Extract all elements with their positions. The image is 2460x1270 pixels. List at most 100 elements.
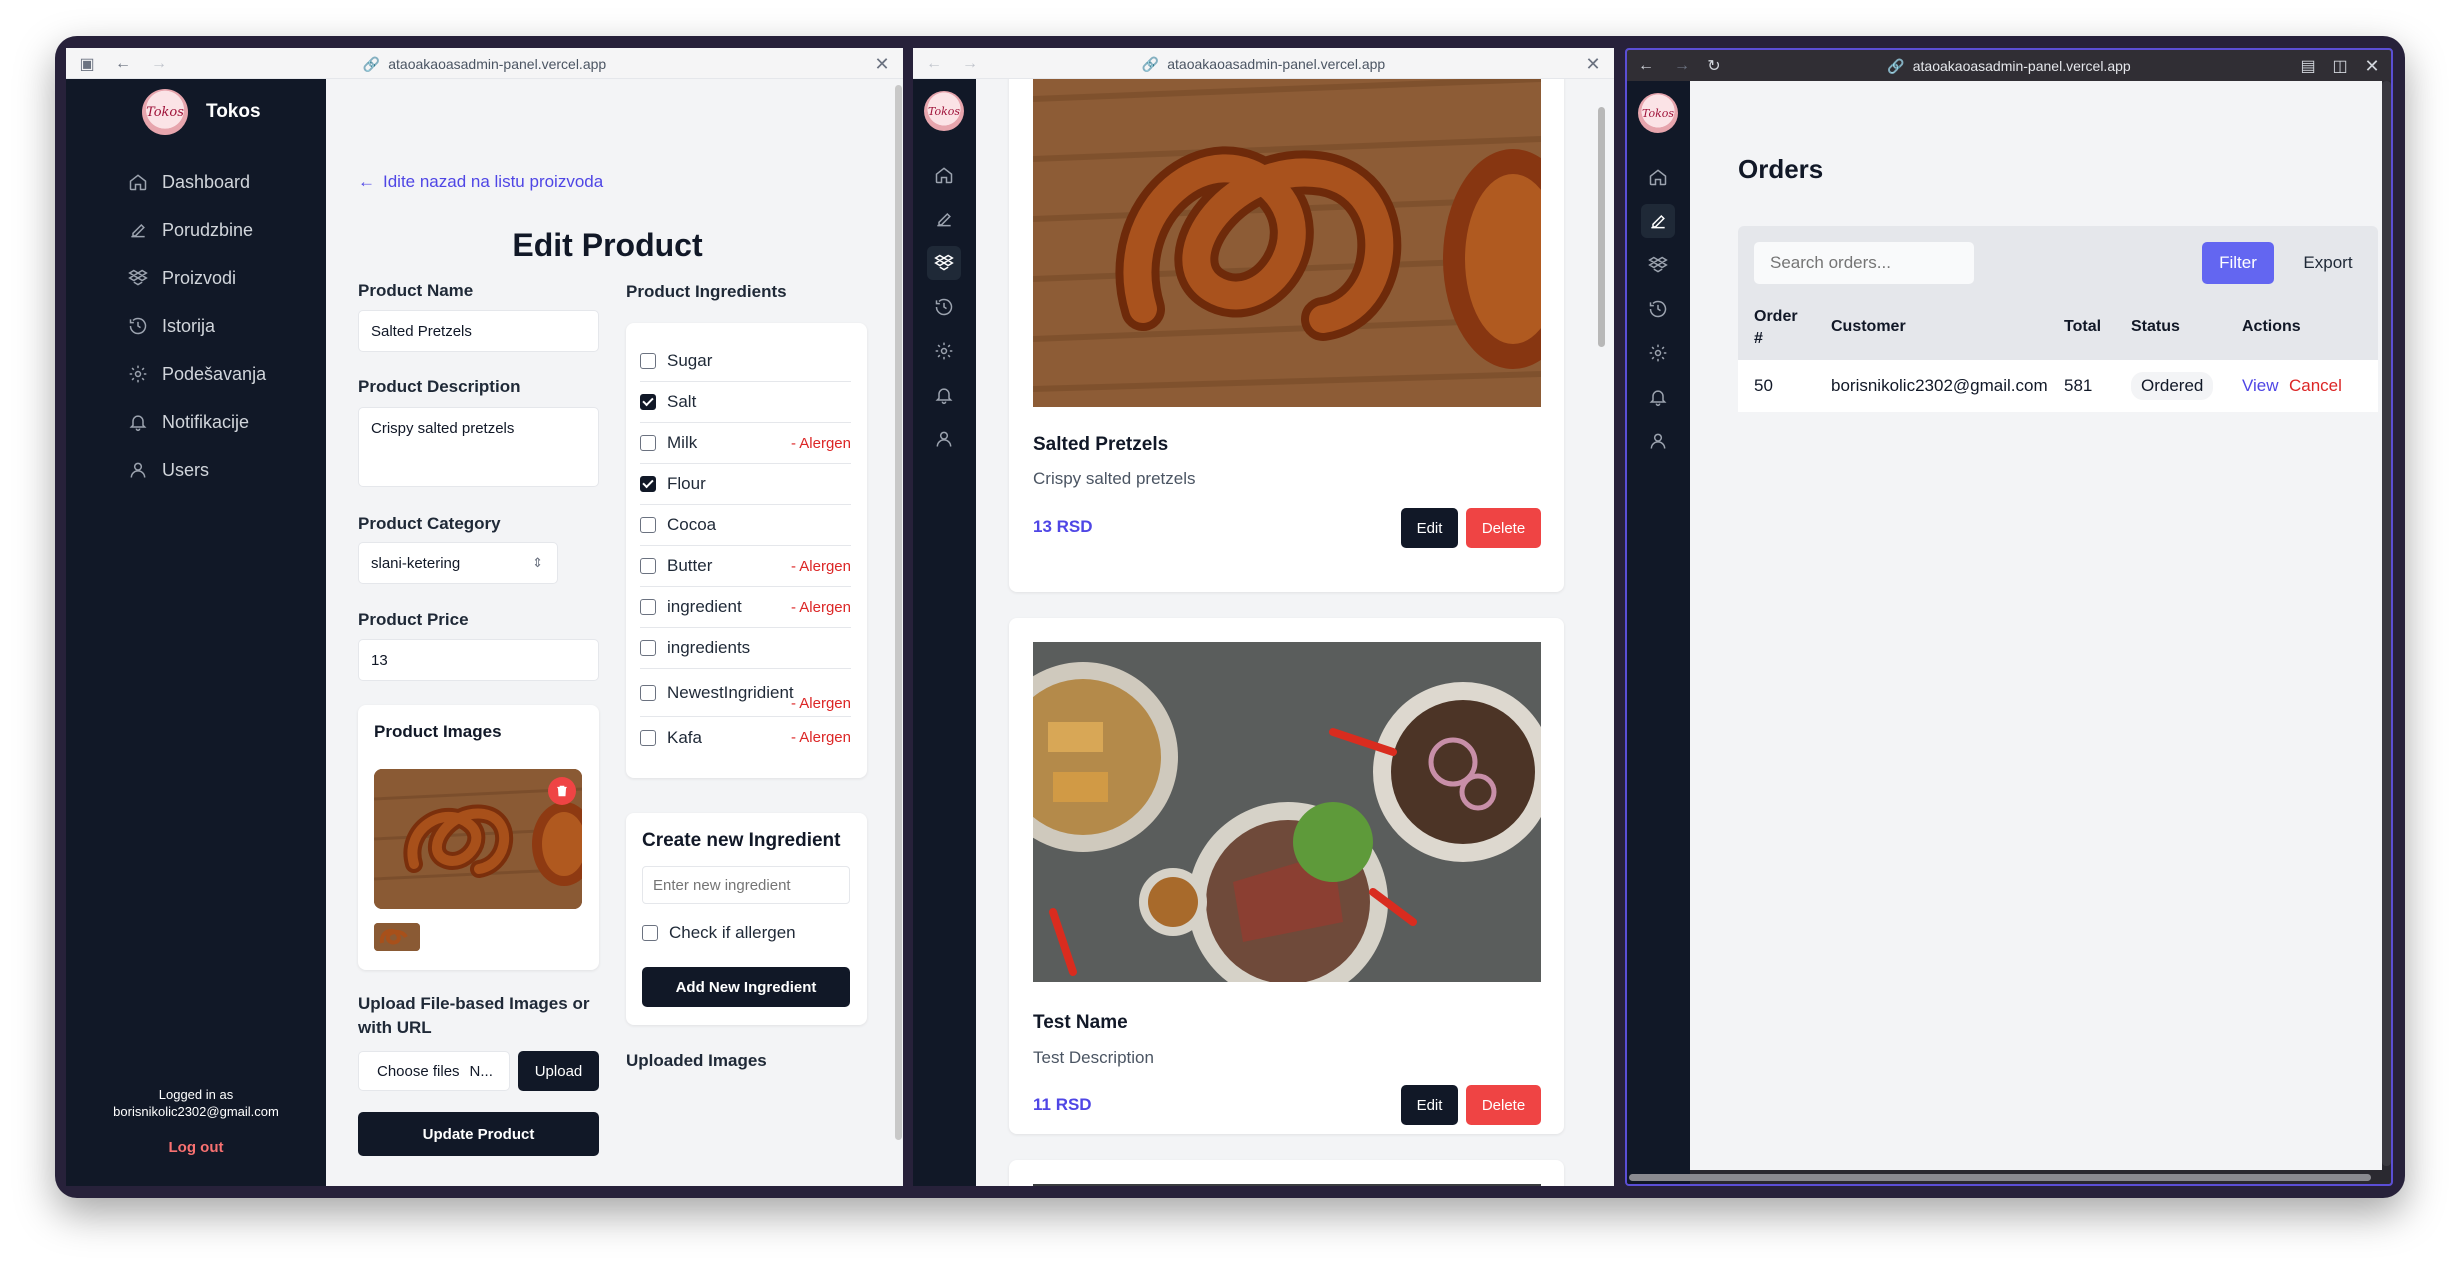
sidebar-item-istorija[interactable] bbox=[927, 290, 961, 324]
ingredient-checkbox[interactable] bbox=[640, 558, 656, 574]
ingredient-checkbox[interactable] bbox=[640, 353, 656, 369]
reader-icon[interactable]: ▤ bbox=[2297, 55, 2319, 77]
delete-image-button[interactable] bbox=[548, 777, 576, 805]
ingredient-checkbox[interactable] bbox=[640, 640, 656, 656]
ingredient-row[interactable]: ingredient - Alergen bbox=[640, 587, 851, 628]
sidebar-item-proizvodi[interactable] bbox=[927, 246, 961, 280]
view-order-link[interactable]: View bbox=[2242, 376, 2279, 396]
product-card: Test Name Test Description 11 RSD Edit D… bbox=[1009, 618, 1564, 1134]
column-header-customer: Customer bbox=[1831, 318, 1906, 335]
add-ingredient-button[interactable]: Add New Ingredient bbox=[642, 967, 850, 1007]
sidebar-item-proizvodi[interactable] bbox=[1641, 248, 1675, 282]
sidebar-item-dashboard[interactable]: Dashboard bbox=[128, 158, 266, 206]
address-bar[interactable]: 🔗 ataoakaoasadmin-panel.vercel.app bbox=[66, 56, 903, 73]
delete-button[interactable]: Delete bbox=[1466, 508, 1541, 548]
choose-files-input[interactable]: Choose files N... bbox=[358, 1051, 510, 1091]
sidebar-toggle-icon[interactable]: ▣ bbox=[76, 53, 98, 75]
close-icon[interactable]: ✕ bbox=[1582, 53, 1604, 75]
ingredient-checkbox[interactable] bbox=[640, 476, 656, 492]
ingredient-checkbox[interactable] bbox=[640, 394, 656, 410]
allergen-label: - Alergen bbox=[790, 695, 851, 712]
forward-arrow-icon[interactable]: → bbox=[1671, 55, 1693, 77]
allergen-checkbox-row[interactable]: Check if allergen bbox=[642, 923, 796, 943]
ingredient-row[interactable]: Salt bbox=[640, 382, 851, 423]
sidebar-item-porudzbine[interactable] bbox=[927, 202, 961, 236]
ingredient-checkbox[interactable] bbox=[640, 729, 656, 746]
address-bar[interactable]: 🔗 ataoakaoasadmin-panel.vercel.app bbox=[1627, 58, 2391, 75]
sidebar-item-proizvodi[interactable]: Proizvodi bbox=[128, 254, 266, 302]
edit-button[interactable]: Edit bbox=[1401, 508, 1458, 548]
cancel-order-link[interactable]: Cancel bbox=[2289, 376, 2342, 396]
close-icon[interactable]: ✕ bbox=[871, 53, 893, 75]
address-bar[interactable]: 🔗 ataoakaoasadmin-panel.vercel.app bbox=[913, 56, 1614, 73]
ingredient-row[interactable]: Milk - Alergen bbox=[640, 423, 851, 464]
sidebar-item-porudzbine[interactable]: Porudzbine bbox=[128, 206, 266, 254]
back-link-text: Idite nazad na listu proizvoda bbox=[383, 172, 604, 191]
delete-button[interactable]: Delete bbox=[1466, 1085, 1541, 1125]
sidebar-item-users[interactable] bbox=[927, 422, 961, 456]
ingredient-checkbox[interactable] bbox=[640, 435, 656, 451]
bell-icon bbox=[129, 415, 147, 432]
back-arrow-icon[interactable]: ← bbox=[112, 53, 134, 75]
column-header-order: Order # bbox=[1754, 308, 1798, 347]
ingredient-checkbox[interactable] bbox=[640, 517, 656, 533]
close-icon[interactable]: ✕ bbox=[2361, 55, 2383, 77]
update-product-button[interactable]: Update Product bbox=[358, 1112, 599, 1156]
sidebar-item-users[interactable]: Users bbox=[128, 446, 266, 494]
product-image-main[interactable] bbox=[374, 769, 582, 909]
sidebar-item-istorija[interactable] bbox=[1641, 292, 1675, 326]
sidebar-item-istorija[interactable]: Istorija bbox=[128, 302, 266, 350]
ingredient-row[interactable]: ingredients bbox=[640, 628, 851, 669]
sidebar-item-notifikacije[interactable]: Notifikacije bbox=[128, 398, 266, 446]
product-image-thumbnail[interactable] bbox=[374, 923, 420, 951]
scrollbar[interactable] bbox=[895, 85, 902, 1140]
export-button[interactable]: Export bbox=[2292, 242, 2364, 284]
ingredient-row[interactable]: Cocoa bbox=[640, 505, 851, 546]
filter-button[interactable]: Filter bbox=[2202, 242, 2274, 284]
forward-arrow-icon[interactable]: → bbox=[148, 53, 170, 75]
back-arrow-icon[interactable]: ← bbox=[1635, 55, 1657, 77]
sidebar-nav: Dashboard Porudzbine Proizvodi Istorija … bbox=[128, 158, 266, 494]
sidebar-item-label: Proizvodi bbox=[162, 267, 237, 288]
sidebar-item-porudzbine[interactable] bbox=[1641, 204, 1675, 238]
sidebar-item-notifikacije[interactable] bbox=[1641, 380, 1675, 414]
product-name-input[interactable]: Salted Pretzels bbox=[358, 310, 599, 352]
allergen-checkbox[interactable] bbox=[642, 925, 658, 941]
ingredient-checkbox[interactable] bbox=[640, 684, 656, 701]
horizontal-scrollbar[interactable] bbox=[1629, 1174, 2371, 1181]
ingredient-row[interactable]: Sugar bbox=[640, 341, 851, 382]
ingredient-row[interactable]: NewestIngridient - Alergen bbox=[640, 669, 851, 717]
product-name: Test Name bbox=[1033, 1012, 1128, 1033]
product-price-input[interactable]: 13 bbox=[358, 639, 599, 681]
back-link[interactable]: ← Idite nazad na listu proizvoda bbox=[358, 172, 603, 192]
ingredient-row[interactable]: Flour bbox=[640, 464, 851, 505]
sidebar-item-podesavanja[interactable] bbox=[1641, 336, 1675, 370]
sidebar-item-podesavanja[interactable]: Podešavanja bbox=[128, 350, 266, 398]
scrollbar[interactable] bbox=[1598, 107, 1605, 347]
logo[interactable]: Tokos bbox=[924, 91, 964, 131]
forward-arrow-icon[interactable]: → bbox=[959, 53, 981, 75]
ingredient-row[interactable]: Kafa - Alergen bbox=[640, 717, 851, 758]
logo[interactable]: Tokos bbox=[1638, 93, 1678, 133]
vertical-scrollbar[interactable] bbox=[2382, 81, 2391, 1166]
ingredient-checkbox[interactable] bbox=[640, 599, 656, 615]
split-view-icon[interactable]: ◫ bbox=[2329, 55, 2351, 77]
logout-button[interactable]: Log out bbox=[66, 1139, 326, 1156]
new-ingredient-input[interactable] bbox=[642, 866, 850, 904]
product-name: Salted Pretzels bbox=[1033, 434, 1169, 455]
back-arrow-icon[interactable]: ← bbox=[923, 53, 945, 75]
product-description-textarea[interactable]: Crispy salted pretzels bbox=[358, 407, 599, 487]
product-card: Salted Pretzels Crispy salted pretzels 1… bbox=[1009, 79, 1564, 592]
reload-icon[interactable]: ↻ bbox=[1703, 55, 1725, 77]
product-category-select[interactable]: slani-ketering ⇕ bbox=[358, 542, 558, 584]
sidebar-item-dashboard[interactable] bbox=[1641, 160, 1675, 194]
edit-button[interactable]: Edit bbox=[1401, 1085, 1458, 1125]
sidebar-item-dashboard[interactable] bbox=[927, 158, 961, 192]
upload-button[interactable]: Upload bbox=[518, 1051, 599, 1091]
sidebar-item-podesavanja[interactable] bbox=[927, 334, 961, 368]
search-orders-input[interactable] bbox=[1754, 242, 1974, 284]
ingredient-row[interactable]: Butter - Alergen bbox=[640, 546, 851, 587]
brand[interactable]: Tokos Tokos bbox=[142, 89, 261, 135]
sidebar-item-notifikacije[interactable] bbox=[927, 378, 961, 412]
sidebar-item-users[interactable] bbox=[1641, 424, 1675, 458]
